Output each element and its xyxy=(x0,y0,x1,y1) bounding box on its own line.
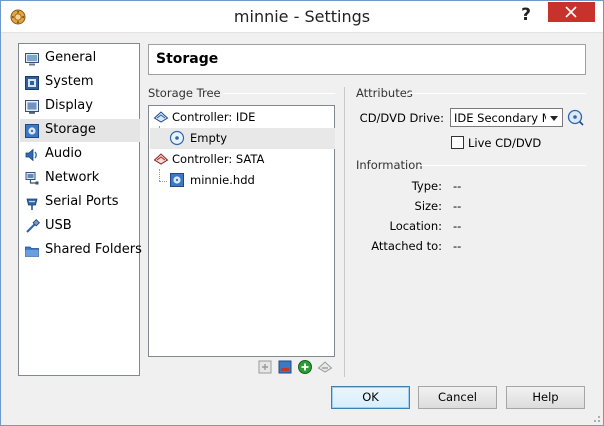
size-value: -- xyxy=(453,199,462,213)
sidebar-item-label: General xyxy=(45,50,97,65)
storage-tree[interactable]: Controller: IDE Empty Controller: SATA m… xyxy=(148,105,335,357)
section-separator xyxy=(344,87,345,377)
sidebar-item-label: Network xyxy=(45,170,100,185)
sidebar-item-audio[interactable]: Audio xyxy=(20,143,140,166)
settings-category-list[interactable]: General System Display Storage Audio Net… xyxy=(18,43,142,376)
tree-item-label: minnie.hdd xyxy=(190,173,255,187)
remove-attachment-icon[interactable] xyxy=(317,359,333,375)
ok-button[interactable]: OK xyxy=(331,386,410,409)
resize-grip-icon[interactable] xyxy=(591,413,601,423)
network-icon xyxy=(25,172,39,185)
sidebar-item-label: Shared Folders xyxy=(45,242,142,257)
close-button[interactable] xyxy=(548,2,595,22)
tree-item-minnie-hdd[interactable]: minnie.hdd xyxy=(150,170,335,191)
attached-to-label: Attached to: xyxy=(371,239,442,253)
usb-icon xyxy=(26,219,40,233)
remove-controller-icon[interactable] xyxy=(277,359,293,375)
sidebar-item-label: Display xyxy=(45,98,93,113)
storage-icon xyxy=(25,124,39,138)
add-attachment-icon[interactable] xyxy=(297,359,313,375)
cd-drive-select[interactable]: IDE Secondary Ma xyxy=(450,108,563,127)
sidebar-item-serial-ports[interactable]: Serial Ports xyxy=(20,191,140,214)
size-label: Size: xyxy=(414,199,442,213)
page-title: Storage xyxy=(156,51,219,67)
audio-icon xyxy=(25,148,37,162)
cd-drive-label: CD/DVD Drive: xyxy=(359,111,444,125)
serial-ports-icon xyxy=(26,198,38,210)
information-divider xyxy=(418,165,586,166)
sidebar-item-label: USB xyxy=(45,218,72,233)
storage-tree-divider xyxy=(223,93,335,94)
sata-controller-icon xyxy=(153,153,169,165)
sidebar-item-shared-folders[interactable]: Shared Folders xyxy=(20,239,142,262)
settings-window: minnie - Settings ? General System Displ… xyxy=(0,0,604,426)
system-icon xyxy=(25,76,39,90)
sidebar-item-label: Storage xyxy=(45,122,96,137)
sidebar-item-label: Audio xyxy=(45,146,82,161)
live-cd-checkbox[interactable] xyxy=(451,136,464,149)
sidebar-item-network[interactable]: Network xyxy=(20,167,140,190)
chevron-down-icon xyxy=(550,116,558,121)
attached-to-value: -- xyxy=(453,239,462,253)
tree-item-label: Controller: IDE xyxy=(172,110,256,124)
sidebar-item-general[interactable]: General xyxy=(20,47,140,70)
type-label: Type: xyxy=(411,179,442,193)
choose-disc-icon[interactable] xyxy=(567,109,584,126)
title-help-button[interactable]: ? xyxy=(513,3,539,27)
attributes-heading: Attributes xyxy=(356,86,413,100)
sidebar-item-usb[interactable]: USB xyxy=(20,215,140,238)
shared-folders-icon xyxy=(25,246,39,257)
help-button[interactable]: Help xyxy=(506,386,585,409)
sidebar-item-storage[interactable]: Storage xyxy=(20,119,140,142)
tree-item-controller-ide[interactable]: Controller: IDE xyxy=(150,107,335,128)
tree-item-label: Controller: SATA xyxy=(172,152,265,166)
tree-item-controller-sata[interactable]: Controller: SATA xyxy=(150,149,335,170)
title-bar: minnie - Settings ? xyxy=(1,1,603,33)
cd-disc-icon xyxy=(169,130,185,146)
add-controller-icon[interactable] xyxy=(257,359,273,375)
tree-item-label: Empty xyxy=(190,131,228,145)
location-label: Location: xyxy=(389,219,442,233)
live-cd-label[interactable]: Live CD/DVD xyxy=(468,136,541,150)
type-value: -- xyxy=(453,179,462,193)
cancel-button[interactable]: Cancel xyxy=(418,386,497,409)
sidebar-item-label: System xyxy=(45,74,94,89)
sidebar-item-label: Serial Ports xyxy=(45,194,119,209)
information-heading: Information xyxy=(356,158,423,172)
hard-disk-icon xyxy=(170,173,184,187)
attributes-divider xyxy=(408,93,586,94)
sidebar-item-display[interactable]: Display xyxy=(20,95,140,118)
sidebar-item-system[interactable]: System xyxy=(20,71,140,94)
ide-controller-icon xyxy=(153,111,169,123)
cd-drive-value: IDE Secondary Ma xyxy=(454,111,546,125)
close-icon xyxy=(565,6,577,18)
location-value: -- xyxy=(453,219,462,233)
page-title-box: Storage xyxy=(148,44,586,75)
display-icon xyxy=(25,100,39,114)
storage-tree-heading: Storage Tree xyxy=(148,86,221,100)
general-icon xyxy=(25,53,39,66)
tree-item-empty-cd[interactable]: Empty xyxy=(150,128,335,149)
